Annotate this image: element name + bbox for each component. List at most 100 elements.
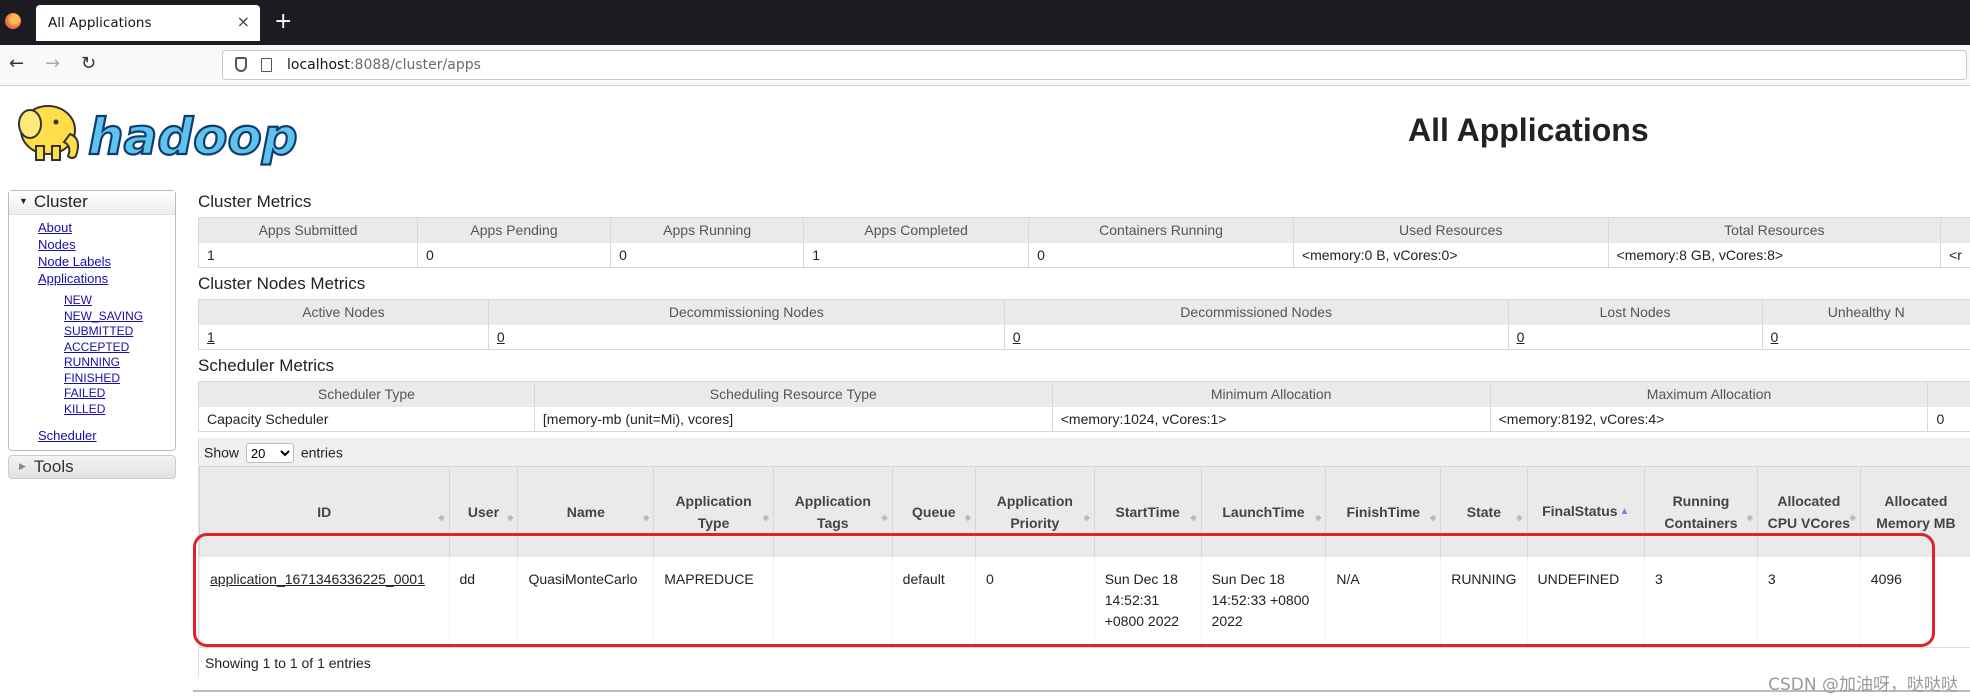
table-cell: 0 [1028,242,1294,268]
sidebar-link-state-failed[interactable]: FAILED [9,386,175,402]
sort-icon: ◆ [881,513,888,522]
nodes-metrics-table: Active Nodes Decommissioning Nodes Decom… [198,299,1970,350]
firefox-icon[interactable] [5,13,21,29]
shield-icon[interactable] [235,57,247,72]
sidebar-link-state-new[interactable]: NEW [9,293,175,309]
table-cell: Capacity Scheduler [198,406,535,432]
chevron-down-icon: ▼ [19,196,28,206]
close-tab-icon[interactable]: × [237,12,250,31]
table-cell: 0 [1927,406,1970,432]
tab-title: All Applications [48,15,152,31]
table-header: Scheduler Type [198,381,535,407]
lost-nodes-link[interactable]: 0 [1517,329,1525,345]
table-cell: 1 [198,242,418,268]
sort-icon: ◆ [507,513,514,522]
page-size-control: Show 20 entries [199,438,1970,466]
sort-icon: ◆ [1746,513,1753,522]
table-header: Used Resources [1292,217,1609,243]
url-text[interactable]: localhost:8088/cluster/apps [287,57,481,73]
sidebar-link-about[interactable]: About [9,219,175,236]
sort-icon: ◆ [1849,513,1856,522]
unhealthy-nodes-link[interactable]: 0 [1771,329,1779,345]
sort-icon: ◆ [1516,513,1523,522]
table-cell: 1 [803,242,1029,268]
sort-icon: ◆ [964,513,971,522]
sidebar-link-scheduler[interactable]: Scheduler [9,427,175,444]
table-cell: 0 [610,242,804,268]
highlight-box [193,533,1935,647]
chevron-right-icon: ▶ [19,461,26,471]
sidebar-link-state-submitted[interactable]: SUBMITTED [9,324,175,340]
sidebar: ▼ Cluster About Nodes Node Labels Applica… [8,190,176,479]
sidebar-link-applications[interactable]: Applications [9,270,175,287]
page-size-select[interactable]: 20 [245,443,294,463]
table-header: Decommissioned Nodes [1003,299,1509,325]
table-header: Containers Running [1028,217,1294,243]
sort-icon: ◆ [1190,513,1197,522]
table-header: Apps Submitted [198,217,418,243]
table-header: Decommissioning Nodes [487,299,1005,325]
decommissioned-nodes-link[interactable]: 0 [1013,329,1021,345]
cluster-metrics-title: Cluster Metrics [198,192,312,211]
scheduler-metrics-table: Scheduler Type Scheduling Resource Type … [198,381,1970,432]
table-cell: 0 [1003,324,1509,350]
sort-icon: ◆ [643,513,650,522]
table-cell: <memory:8192, vCores:4> [1489,406,1928,432]
table-header: Unhealthy N [1761,299,1970,325]
forward-icon[interactable]: → [45,53,60,74]
decommissioning-nodes-link[interactable]: 0 [497,329,505,345]
table-header [1927,381,1970,407]
table-header: Active Nodes [198,299,489,325]
divider [193,690,1970,692]
page-info-icon[interactable] [261,58,272,72]
browser-tab-bar: All Applications × + [0,0,1970,45]
table-info: Showing 1 to 1 of 1 entries [199,646,1970,677]
scheduler-metrics-title: Scheduler Metrics [198,356,335,375]
table-header: Apps Completed [803,217,1029,243]
browser-nav-bar: ← → ↻ localhost:8088/cluster/apps [0,45,1970,86]
watermark: CSDN @加油呀，哒哒哒 [1768,675,1958,695]
browser-tab[interactable]: All Applications × [36,5,260,41]
reload-icon[interactable]: ↻ [81,53,96,74]
sidebar-link-node-labels[interactable]: Node Labels [9,253,175,270]
active-nodes-link[interactable]: 1 [207,329,215,345]
page-title: All Applications [1408,112,1649,148]
sidebar-link-nodes[interactable]: Nodes [9,236,175,253]
sort-icon: ◆ [1430,513,1437,522]
table-header [1940,217,1970,243]
sort-icon: ◆ [438,513,445,522]
nodes-metrics-title: Cluster Nodes Metrics [198,274,366,293]
show-label: Show [204,444,240,461]
address-bar[interactable]: localhost:8088/cluster/apps [222,50,1967,80]
cluster-panel: ▼ Cluster About Nodes Node Labels Applica… [8,190,176,451]
table-header: Maximum Allocation [1489,381,1928,407]
table-cell: [memory-mb (unit=Mi), vcores] [533,406,1053,432]
sort-asc-icon: ▲ [1619,506,1630,518]
table-cell: 0 [1761,324,1970,350]
new-tab-icon[interactable]: + [274,9,292,34]
table-cell: <r [1940,242,1970,268]
table-header: Apps Pending [416,217,611,243]
table-header: Scheduling Resource Type [533,381,1053,407]
table-cell: <memory:0 B, vCores:0> [1292,242,1609,268]
table-header: Lost Nodes [1507,299,1763,325]
table-cell: <memory:8 GB, vCores:8> [1607,242,1941,268]
cluster-metrics-table: Apps Submitted Apps Pending Apps Running… [198,217,1970,268]
sidebar-link-state-new-saving[interactable]: NEW_SAVING [9,309,175,325]
cluster-panel-header[interactable]: ▼ Cluster [9,191,175,215]
table-header: Minimum Allocation [1051,381,1491,407]
sidebar-link-state-finished[interactable]: FINISHED [9,371,175,387]
tools-panel-header[interactable]: ▶ Tools [8,455,176,479]
sidebar-link-state-killed[interactable]: KILLED [9,402,175,418]
sort-icon: ◆ [762,513,769,522]
table-cell: 1 [198,324,489,350]
table-header: Apps Running [610,217,804,243]
sort-icon: ◆ [1083,513,1090,522]
sidebar-link-state-running[interactable]: RUNNING [9,355,175,371]
table-cell: 0 [1507,324,1763,350]
back-icon[interactable]: ← [9,53,24,74]
entries-label: entries [300,444,343,461]
hadoop-logo[interactable]: hadoop [10,96,310,170]
sidebar-link-state-accepted[interactable]: ACCEPTED [9,340,175,356]
table-header: Total Resources [1607,217,1941,243]
